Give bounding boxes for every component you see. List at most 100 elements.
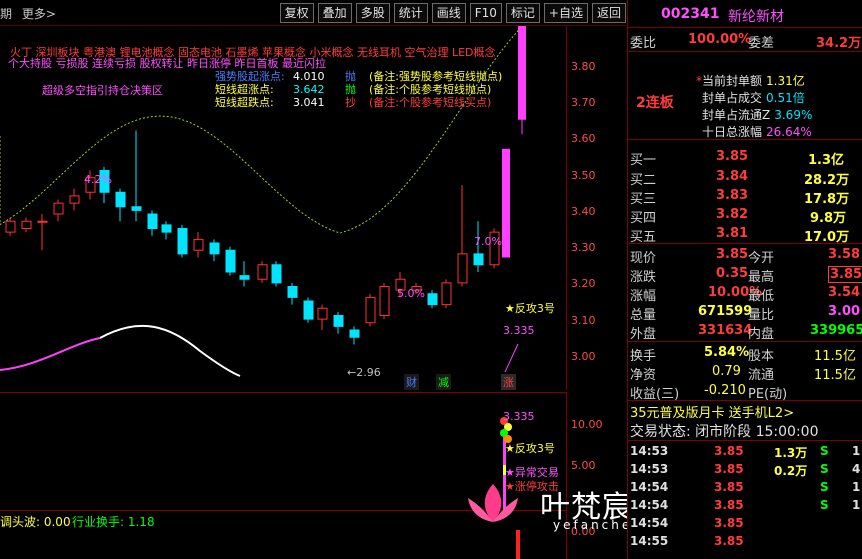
tick-count: 1 <box>852 444 861 458</box>
tick-time: 14:55 <box>630 534 669 548</box>
lower-axis: 10.00 5.00 0.00 <box>566 392 626 559</box>
bid-price: 3.82 <box>716 207 749 222</box>
finance-badge[interactable]: 财 <box>404 374 419 390</box>
bid-row[interactable]: 买一 3.85 1.3亿 <box>628 147 862 168</box>
multi-short-label: 超级多空指引持仓决策区 <box>42 84 163 97</box>
counter-arrow <box>504 343 519 373</box>
more-menu[interactable]: 更多> <box>22 7 56 21</box>
add-watchlist-button[interactable]: +自选 <box>543 3 588 23</box>
seal-label: 十日总涨幅 <box>702 125 763 139</box>
candle-body <box>5 220 16 233</box>
lower-tick: 10.00 <box>571 418 603 431</box>
bid-row[interactable]: 买三 3.83 17.8万 <box>628 186 862 207</box>
period-menu[interactable]: 期 <box>0 7 12 21</box>
bid-price: 3.83 <box>716 188 749 203</box>
mark-button[interactable]: 标记 <box>505 3 540 23</box>
seal-value: 26.64% <box>766 125 812 139</box>
seal-row: 封单占流通Z 3.69% <box>696 106 812 123</box>
candle-body <box>441 282 452 306</box>
candle-body <box>257 264 268 280</box>
tick-side: S <box>820 480 829 494</box>
quote-row: 总量 671599 量比 3.00 <box>628 302 862 323</box>
overlay-button[interactable]: 叠加 <box>317 3 352 23</box>
signal-oversold: 短线超跌点: 3.041 抄 (备注:个股参考短线买点) <box>215 94 491 110</box>
tick-time: 14:54 <box>630 480 669 494</box>
pct-label: 7.0% <box>474 235 502 248</box>
tick-count: 4 <box>852 462 861 476</box>
stock-header[interactable]: 002341 新纶新材 <box>628 0 862 28</box>
tick-side: S <box>820 462 829 476</box>
bid-row[interactable]: 买四 3.82 9.8万 <box>628 205 862 226</box>
tick-price: 3.85 <box>714 516 744 530</box>
bid-price: 3.81 <box>716 226 749 241</box>
restore-rights-button[interactable]: 复权 <box>279 3 314 23</box>
back-button[interactable]: 返回 <box>591 3 626 23</box>
volume-bar <box>516 530 520 559</box>
fund-row: 换手 5.84% 股本 11.5亿 <box>628 343 862 364</box>
indicator-bottom <box>0 530 566 559</box>
quote-value: 3.00 <box>828 304 861 319</box>
bid-volume: 1.3亿 <box>808 153 845 168</box>
tick-time: 14:53 <box>630 462 669 476</box>
ma-line-magenta <box>0 337 101 371</box>
tick-volume: 1.3万 <box>774 446 808 460</box>
price-tick: 3.30 <box>571 241 596 254</box>
candle-body <box>147 213 158 229</box>
counter-value-label: 3.335 <box>503 324 535 337</box>
fund-value: -0.210 <box>704 383 746 398</box>
limit-up-candle <box>502 148 510 258</box>
price-tick: 3.00 <box>571 350 596 363</box>
lower-tick: 5.00 <box>571 459 596 472</box>
candle-body <box>271 264 282 284</box>
candle-body <box>427 293 438 306</box>
tick-row: 14:53 3.85 1.3万 S 1 <box>628 444 862 460</box>
tick-row: 14:54 3.85 <box>628 516 862 532</box>
tick-count: 1 <box>852 498 861 512</box>
seal-label: 封单占流通Z <box>702 108 771 122</box>
seal-value: 1.31亿 <box>766 74 805 88</box>
signal-action: 抄 <box>345 96 356 109</box>
candle-body <box>37 220 48 223</box>
bid-price: 3.84 <box>716 169 749 184</box>
signal-note: (备注:个股参考短线买点) <box>369 96 492 109</box>
pct-label: 4.2% <box>84 173 112 186</box>
candle-body <box>349 329 360 338</box>
candle-body <box>209 242 220 255</box>
price-tick: 3.60 <box>571 132 596 145</box>
bid-row[interactable]: 买五 3.81 17.0万 <box>628 224 862 245</box>
signal-name: 短线超跌点: <box>215 96 274 109</box>
multi-stock-button[interactable]: 多股 <box>355 3 390 23</box>
statistics-button[interactable]: 统计 <box>393 3 428 23</box>
f10-button[interactable]: F10 <box>469 3 502 23</box>
tick-time: 14:54 <box>630 498 669 512</box>
industry-turnover-label: 行业换手: 1.18 <box>72 515 155 529</box>
tick-price: 3.85 <box>714 462 744 476</box>
price-tick: 3.10 <box>571 314 596 327</box>
candle-body <box>379 286 390 316</box>
tick-time: 14:54 <box>630 516 669 530</box>
bid-row[interactable]: 买二 3.84 28.2万 <box>628 167 862 188</box>
tick-count: 1 <box>852 480 861 494</box>
low-price-label: ←2.96 <box>347 366 381 379</box>
weibi-label: 委比 <box>630 36 657 51</box>
turn-wave-label: 调头波: 0.00 <box>0 515 71 529</box>
price-tick: 3.50 <box>571 169 596 182</box>
candle-body <box>69 195 80 204</box>
rise-badge[interactable]: 涨 <box>501 374 516 390</box>
candle-body <box>287 286 298 298</box>
quote-value: 3.85 <box>828 266 862 283</box>
tick-side: S <box>820 444 829 458</box>
draw-line-button[interactable]: 画线 <box>431 3 466 23</box>
lower-counter-label: ★反攻3号 <box>505 442 555 455</box>
reduce-badge[interactable]: 减 <box>436 374 451 390</box>
price-tick: 3.70 <box>571 96 596 109</box>
candle-body <box>193 238 204 251</box>
promo-link[interactable]: 35元普及版月卡 送手机L2> <box>630 402 794 421</box>
candle-body <box>177 228 188 255</box>
lower-value-label: 3.335 <box>503 410 535 423</box>
quote-panel: 002341 新纶新材 委比 100.00% 委差 34.2万 2连板 *当前封… <box>627 0 862 559</box>
consecutive-limit-label: 2连板 <box>636 95 674 111</box>
quote-value: 331634 <box>698 323 753 338</box>
tick-volume: 0.2万 <box>774 464 808 478</box>
top-bar: 期 更多> 复权 叠加 多股 统计 画线 F10 标记 +自选 返回 <box>0 0 626 26</box>
